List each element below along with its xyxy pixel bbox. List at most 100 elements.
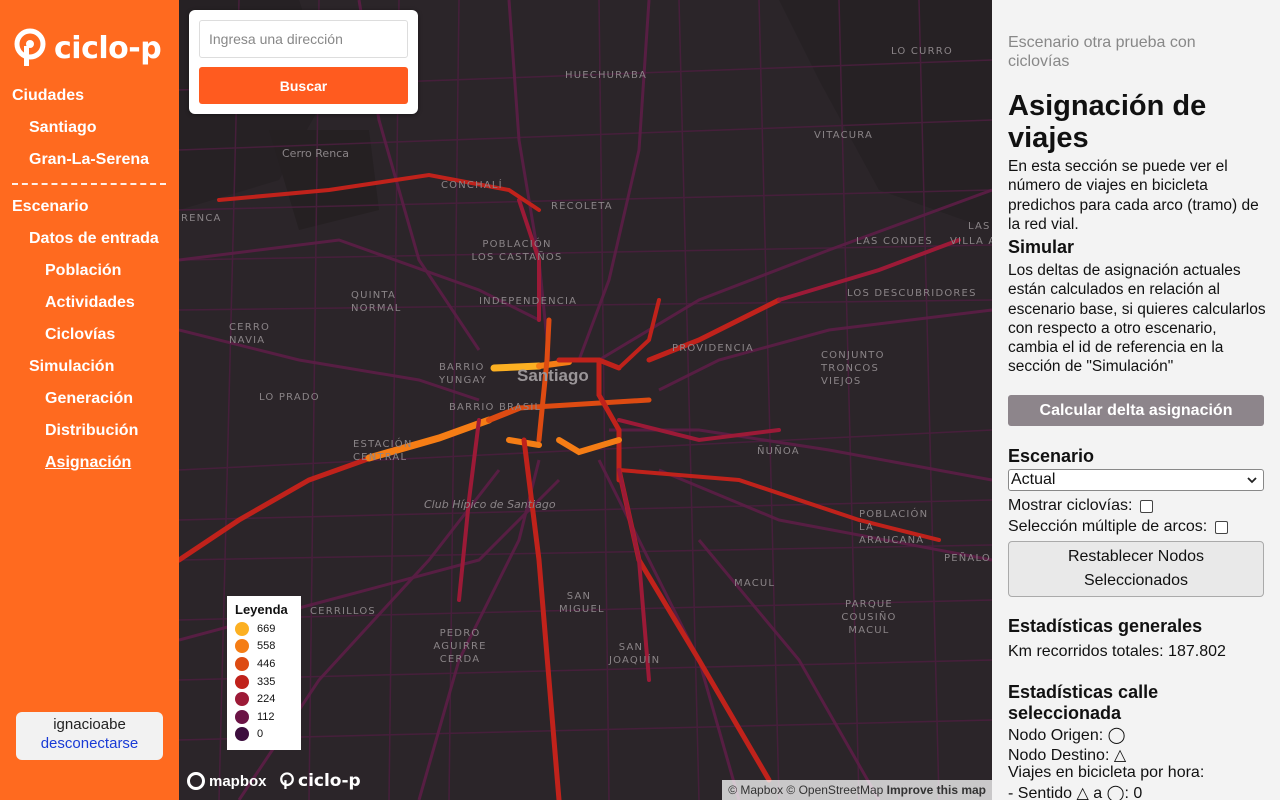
- origin-node: Nodo Origen: ◯: [1008, 727, 1126, 744]
- map-label: HUECHURABA: [565, 70, 648, 81]
- user-name: ignacioabe: [53, 716, 126, 733]
- legend-label: 335: [257, 675, 276, 688]
- map-label: LOS DESCUBRIDORES: [847, 288, 977, 299]
- map-label: VILLA AN: [950, 236, 992, 247]
- legend-swatch: [235, 727, 249, 742]
- map-label: CONJUNTO TRONCOS VIEJOS: [821, 350, 885, 387]
- map-label: BARRIO YUNGAY: [439, 362, 488, 386]
- legend-item: 558: [235, 638, 293, 656]
- legend-swatch: [235, 621, 249, 636]
- reset-button-line2: Seleccionados: [1083, 572, 1189, 589]
- trips-per-hour-label: Viajes en bicicleta por hora:: [1008, 764, 1205, 781]
- user-box: ignacioabe desconectarse: [16, 712, 163, 760]
- map-label: Club Hípico de Santiago: [424, 498, 556, 511]
- map-label: POBLACIÓN LA ARAUCANA: [859, 509, 929, 546]
- search-button[interactable]: Buscar: [199, 67, 408, 104]
- legend-title: Leyenda: [235, 602, 288, 617]
- nav-simulation[interactable]: Simulación: [29, 358, 114, 376]
- legend-item: 224: [235, 690, 293, 708]
- chevron-down-icon: [1247, 476, 1257, 483]
- sidebar: ciclo-p Ciudades Santiago Gran-La-Serena…: [0, 0, 179, 800]
- multi-select-label: Selección múltiple de arcos:: [1008, 518, 1208, 535]
- mapbox-icon: [187, 772, 205, 790]
- map-city-label: Santiago: [517, 366, 589, 385]
- map-label: SAN JOAQUÍN: [609, 642, 661, 666]
- nav-city-gran-la-serena[interactable]: Gran-La-Serena: [29, 151, 149, 169]
- map-label: CERRO NAVIA: [229, 322, 271, 346]
- simulate-header: Simular: [1008, 237, 1075, 257]
- brand-label: ciclo-p: [298, 771, 361, 791]
- improve-map-link[interactable]: Improve this map: [887, 783, 986, 797]
- legend-item: 669: [235, 620, 293, 638]
- map-label: CONCHALÍ: [441, 180, 503, 191]
- show-bikeways-label: Mostrar ciclovías:: [1008, 497, 1133, 514]
- logout-link[interactable]: desconectarse: [16, 735, 163, 752]
- app-logo[interactable]: ciclo-p: [12, 28, 162, 68]
- legend-swatch: [235, 692, 249, 707]
- nav-input-data[interactable]: Datos de entrada: [29, 230, 159, 248]
- mapbox-logo[interactable]: mapbox: [187, 772, 267, 790]
- reset-button-line1: Restablecer Nodos: [1067, 548, 1205, 565]
- nav-scenario-header[interactable]: Escenario: [12, 198, 88, 216]
- map-label: CERRILLOS: [310, 606, 376, 617]
- map-attribution: © Mapbox © OpenStreetMap Improve this ma…: [722, 780, 992, 800]
- km-total: Km recorridos totales: 187.802: [1008, 643, 1226, 660]
- map-label: LO PRADO: [259, 392, 320, 403]
- map-label: PEDRO AGUIRRE CERDA: [433, 628, 487, 665]
- show-bikeways-checkbox[interactable]: [1140, 499, 1154, 513]
- address-search-input[interactable]: [199, 20, 408, 58]
- multi-select-checkbox[interactable]: [1215, 520, 1229, 534]
- legend-item: 0: [235, 726, 293, 744]
- map-label: LAS CONDES: [856, 236, 933, 247]
- map-label: VITACURA: [814, 130, 874, 141]
- ciclo-p-watermark: ciclo-p: [279, 771, 361, 791]
- map-label: LAS: [968, 221, 991, 232]
- nav-divider: [12, 183, 166, 185]
- map-label: QUINTA NORMAL: [351, 290, 402, 314]
- scenario-select-value: Actual: [1011, 471, 1056, 488]
- multi-select-row: Selección múltiple de arcos:: [1008, 518, 1229, 536]
- street-stats-header: Estadísticas calle seleccionada: [1008, 682, 1159, 723]
- map-label: PROVIDENCIA: [672, 343, 754, 354]
- map-label: SAN MIGUEL: [559, 591, 605, 615]
- legend-swatch: [235, 639, 249, 654]
- nav-distribution[interactable]: Distribución: [45, 422, 138, 440]
- map-legend: Leyenda 669 558 446 335 224 112 0: [227, 596, 301, 750]
- general-stats-header: Estadísticas generales: [1008, 616, 1203, 636]
- map-label: PARQUE COUSIÑO MACUL: [841, 599, 897, 636]
- map-canvas[interactable]: LO CURRO HUECHURABA VITACURA Cerro Renca…: [179, 0, 992, 800]
- nav-generation[interactable]: Generación: [45, 390, 133, 408]
- legend-item: 335: [235, 673, 293, 691]
- nav-activities[interactable]: Actividades: [45, 294, 135, 312]
- destination-node: Nodo Destino: △: [1008, 747, 1127, 764]
- map-label: MACUL: [734, 578, 776, 589]
- section-description: En esta sección se puede ver el número d…: [1008, 158, 1259, 233]
- scenario-select[interactable]: Actual: [1008, 469, 1264, 491]
- nav-cities-header[interactable]: Ciudades: [12, 87, 84, 105]
- nav-assignment[interactable]: Asignación: [45, 454, 131, 472]
- show-bikeways-row: Mostrar ciclovías:: [1008, 497, 1154, 515]
- scenario-name: Escenario otra prueba con ciclovías: [1008, 34, 1196, 70]
- legend-item: 112: [235, 708, 293, 726]
- app-name: ciclo-p: [54, 30, 162, 66]
- map-label: POBLACIÓN LOS CASTAÑOS: [471, 239, 563, 263]
- simulate-text: Los deltas de asignación actuales están …: [1008, 262, 1266, 376]
- search-card: Buscar: [189, 10, 418, 114]
- map-label: BARRIO BRASIL: [449, 402, 542, 413]
- legend-label: 0: [257, 728, 264, 741]
- calculate-delta-button[interactable]: Calcular delta asignación: [1008, 395, 1264, 426]
- map-label: RENCA: [181, 213, 222, 224]
- mapbox-label: mapbox: [209, 772, 267, 790]
- nav-bikeways[interactable]: Ciclovías: [45, 326, 115, 344]
- page-title: Asignación de viajes: [1008, 90, 1207, 154]
- direction-trips: - Sentido △ a ◯: 0: [1008, 785, 1143, 800]
- legend-label: 112: [257, 710, 275, 723]
- legend-label: 558: [257, 640, 276, 653]
- legend-item: 446: [235, 655, 293, 673]
- reset-nodes-button[interactable]: Restablecer Nodos Seleccionados: [1008, 541, 1264, 597]
- map-label: PEÑALO: [944, 553, 991, 564]
- nav-city-santiago[interactable]: Santiago: [29, 119, 97, 137]
- map-label: ÑUÑOA: [757, 446, 800, 457]
- nav-population[interactable]: Población: [45, 262, 121, 280]
- attribution-text[interactable]: © Mapbox © OpenStreetMap: [728, 783, 883, 797]
